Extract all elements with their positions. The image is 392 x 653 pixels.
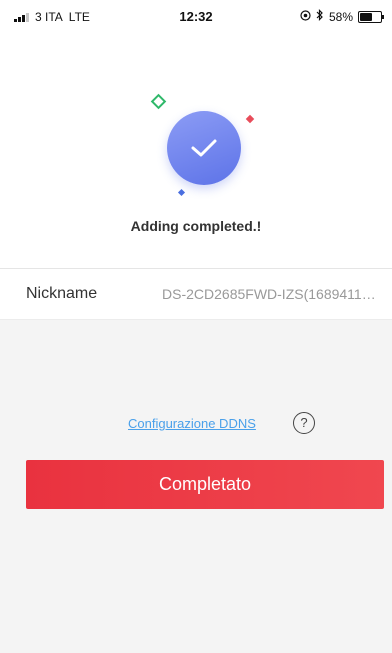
nickname-row[interactable]: Nickname DS-2CD2685FWD-IZS(1689411…: [0, 269, 392, 320]
status-bar-right: 58%: [300, 9, 384, 24]
nickname-value[interactable]: DS-2CD2685FWD-IZS(1689411…: [162, 286, 384, 302]
battery-percent: 58%: [328, 9, 353, 24]
decor-diamond-blue: [177, 188, 186, 197]
status-bar: 3 ITA LTE 12:32 58%: [0, 0, 392, 30]
battery-level: [360, 12, 372, 21]
ddns-row: Configurazione DDNS ?: [0, 410, 392, 436]
decor-diamond-red: [245, 114, 255, 124]
complete-button[interactable]: Completato: [26, 460, 384, 509]
nickname-label: Nickname: [26, 285, 98, 302]
bluetooth-icon: [316, 9, 324, 24]
success-badge: [167, 111, 241, 185]
check-icon: [191, 139, 217, 157]
ddns-config-link[interactable]: Configurazione DDNS: [128, 416, 256, 431]
decor-diamond-green: [150, 93, 167, 110]
success-message: Adding completed.!: [130, 218, 262, 234]
result-panel: Adding completed.!: [0, 30, 392, 269]
help-icon[interactable]: ?: [293, 412, 315, 434]
location-lock-icon: [300, 9, 311, 24]
battery-icon: [358, 10, 384, 23]
